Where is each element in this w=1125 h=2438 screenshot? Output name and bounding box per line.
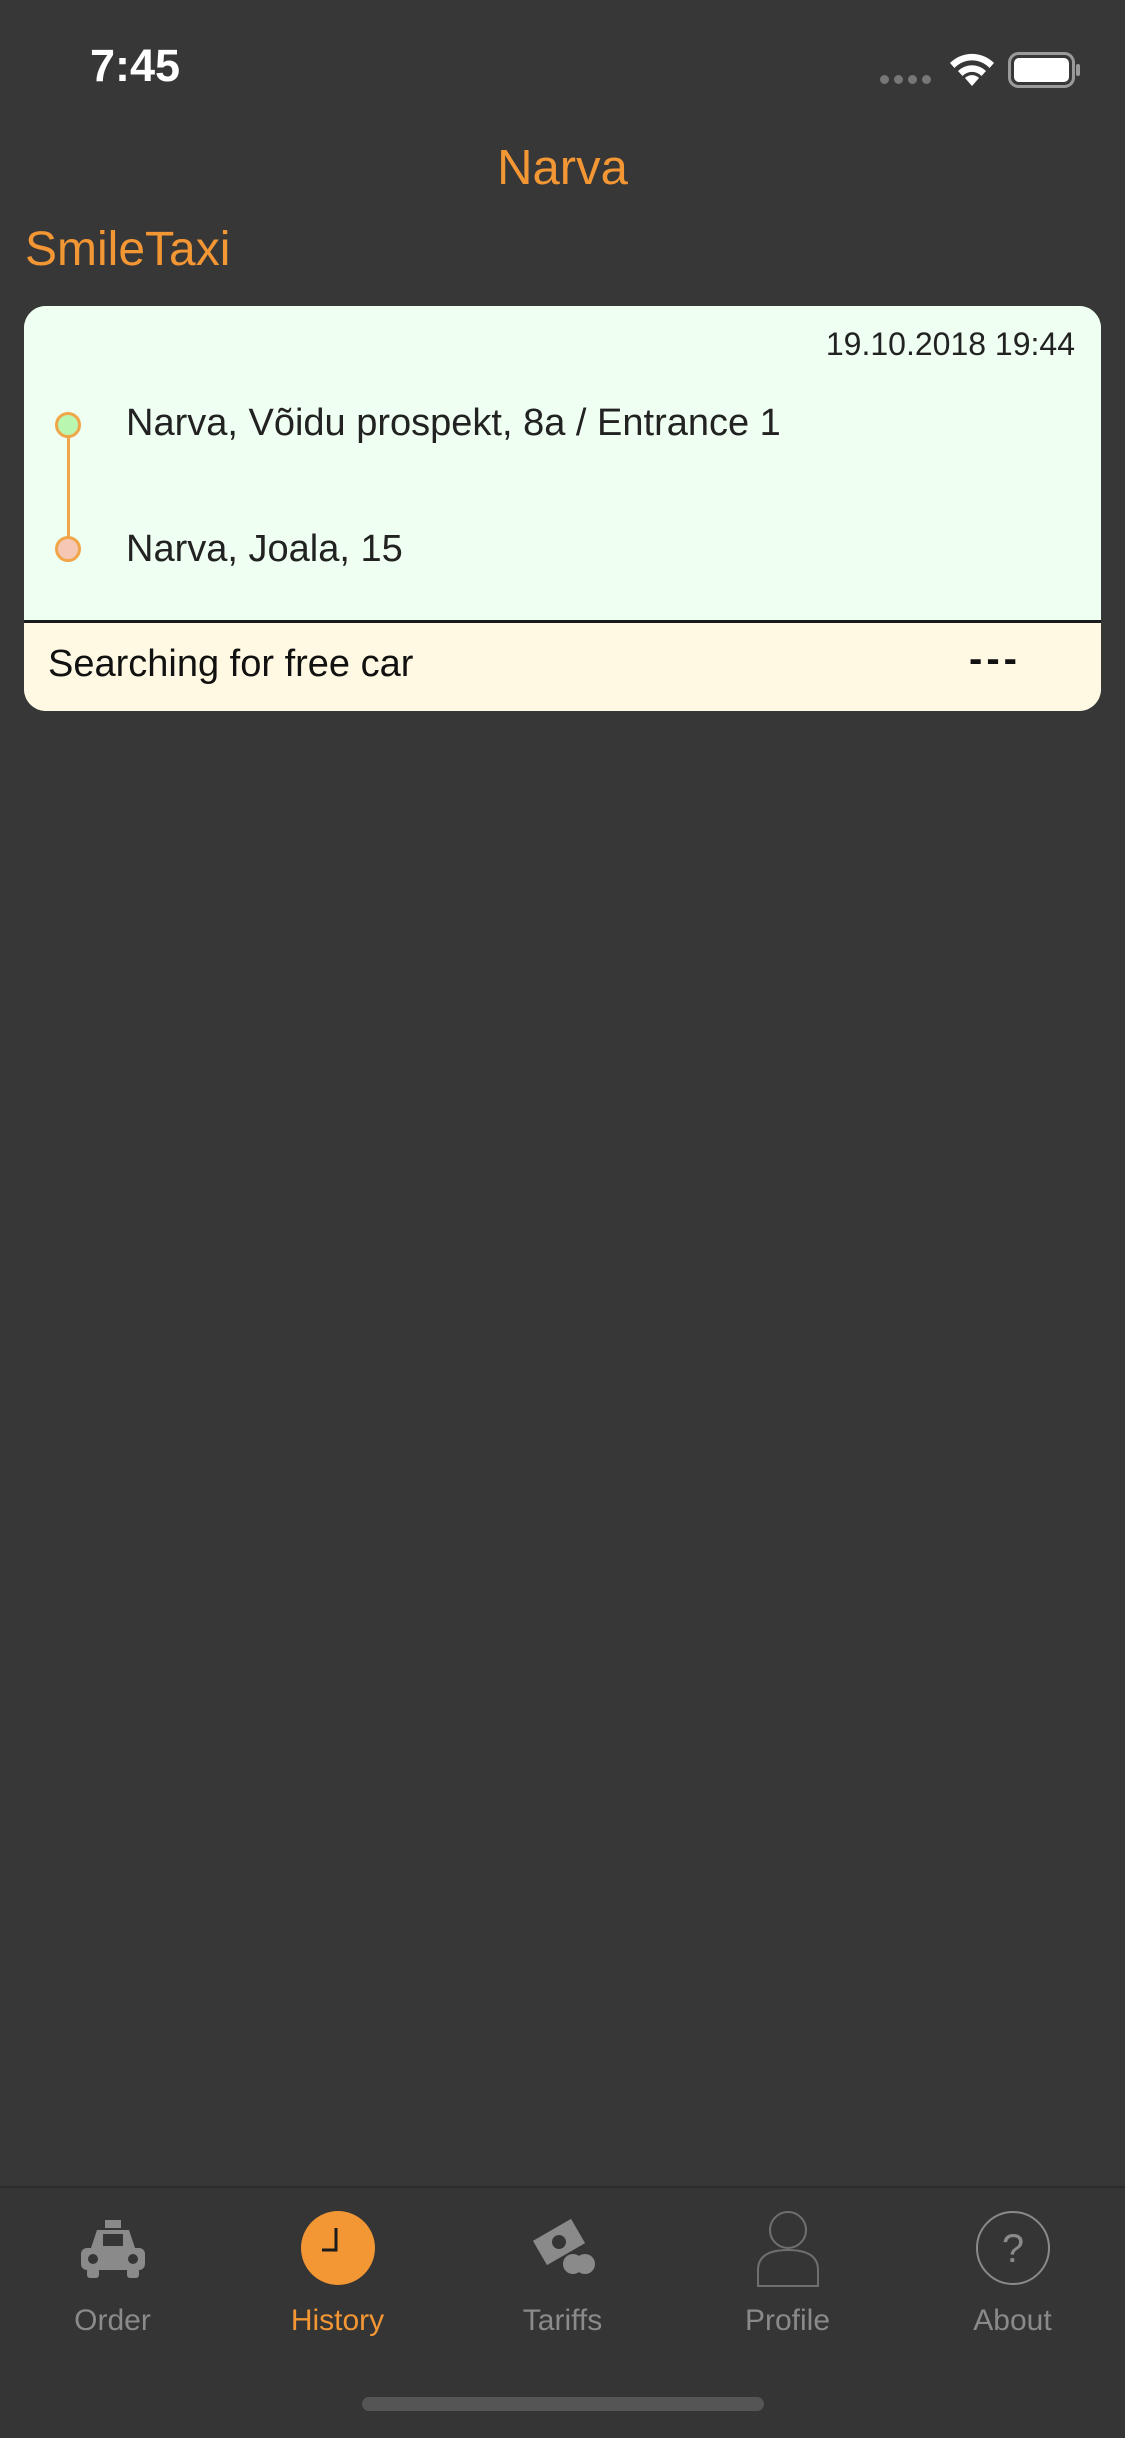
- tab-label: Profile: [744, 2304, 831, 2337]
- tab-label: Order: [74, 2304, 151, 2337]
- tab-order[interactable]: Order: [0, 2208, 225, 2348]
- tab-label: Tariffs: [522, 2304, 603, 2337]
- tab-label: History: [290, 2304, 385, 2337]
- money-icon: [532, 2218, 595, 2274]
- person-icon: [757, 2211, 819, 2287]
- taxi-icon: [81, 2220, 145, 2278]
- order-price: ---: [969, 637, 1021, 681]
- pickup-point-icon: [55, 412, 81, 438]
- order-card[interactable]: 19.10.2018 19:44 Narva, Võidu prospekt, …: [24, 306, 1101, 711]
- question-icon: ?: [976, 2211, 1050, 2285]
- brand-name: SmileTaxi: [25, 223, 231, 276]
- clock-icon: [301, 2211, 375, 2285]
- battery-icon: [1008, 52, 1080, 88]
- svg-text:?: ?: [1002, 2227, 1024, 2271]
- wifi-icon: [950, 53, 994, 86]
- tab-profile[interactable]: Profile: [675, 2208, 900, 2348]
- destination-point-icon: [55, 536, 81, 562]
- status-bar: 7:45: [0, 0, 1125, 132]
- cellular-signal-icon: [880, 75, 934, 85]
- tab-tariffs[interactable]: Tariffs: [450, 2208, 675, 2348]
- order-date: 19.10.2018 19:44: [825, 326, 1075, 362]
- order-route-section: 19.10.2018 19:44 Narva, Võidu prospekt, …: [24, 306, 1101, 622]
- tab-label: About: [973, 2304, 1052, 2337]
- order-status-section: Searching for free car ---: [24, 623, 1101, 711]
- route-line: [67, 426, 70, 552]
- destination-address: Narva, Joala, 15: [126, 528, 403, 570]
- status-time: 7:45: [90, 40, 181, 91]
- pickup-address: Narva, Võidu prospekt, 8a / Entrance 1: [126, 402, 781, 444]
- order-status: Searching for free car: [48, 643, 414, 685]
- home-indicator[interactable]: [362, 2397, 764, 2411]
- page-title: Narva: [497, 141, 628, 195]
- tab-about[interactable]: ? About: [900, 2208, 1125, 2348]
- tab-history[interactable]: History: [225, 2208, 450, 2348]
